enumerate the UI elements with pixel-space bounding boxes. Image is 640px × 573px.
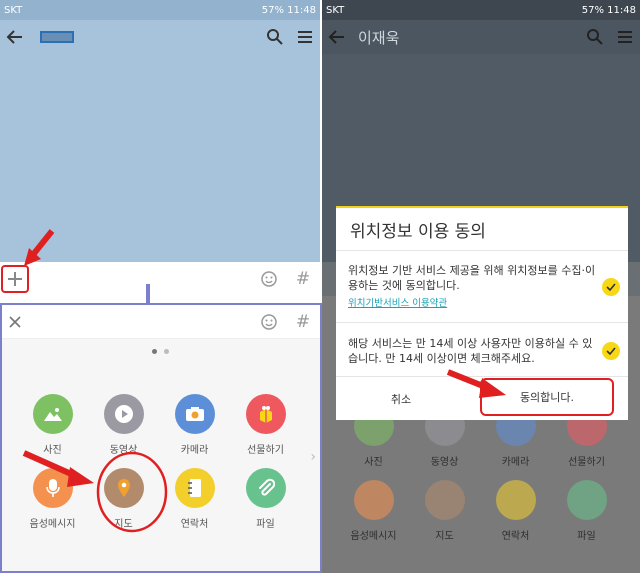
status-carrier: SKT [4, 4, 23, 16]
status-bar: SKT 57% 11:48 [322, 0, 640, 20]
attach-label: 연락처 [180, 519, 209, 530]
status-time: 11:48 [287, 4, 316, 16]
attach-label: 동영상 [430, 457, 459, 468]
back-arrow-icon[interactable] [322, 22, 352, 52]
camera-icon [174, 394, 215, 434]
check-icon[interactable] [602, 341, 620, 360]
age-text: 해당 서비스는 만 14세 이상 사용자만 이용하실 수 있습니다. 만 14세… [348, 336, 593, 365]
contact-book-icon [174, 468, 215, 508]
attach-map: 지도 [409, 480, 480, 542]
attach-file: 파일 [551, 480, 622, 542]
consent-text-block: 위치정보 기반 서비스 제공을 위해 위치정보를 수집·이용하는 것에 동의합니… [348, 263, 596, 311]
battery-level: 57% [581, 4, 604, 16]
red-arrow-annotation [24, 229, 55, 266]
back-arrow-icon[interactable] [0, 22, 30, 52]
menu-icon[interactable] [610, 22, 640, 52]
menu-icon[interactable] [290, 22, 320, 52]
microphone-icon [353, 480, 394, 520]
attach-label: 지도 [435, 531, 454, 542]
drawer-header: # [2, 305, 320, 339]
next-page-icon[interactable]: › [310, 449, 316, 465]
right-screenshot: SKT 57% 11:48 이재욱 사진 동영상 카메라 선물하기 음성메시지 … [322, 0, 640, 573]
consent-row-location[interactable]: 위치정보 기반 서비스 제공을 위해 위치정보를 수집·이용하는 것에 동의합니… [336, 250, 628, 322]
status-bar: SKT 57% 11:48 [0, 0, 320, 20]
map-highlight-annotation [22, 450, 168, 533]
battery-level: 57% [261, 4, 284, 16]
status-carrier: SKT [326, 4, 345, 16]
map-pin-icon [424, 480, 465, 520]
attach-gift[interactable]: 선물하기 [230, 394, 301, 456]
redacted-name [40, 31, 74, 43]
gift-icon [245, 394, 286, 434]
play-icon [103, 394, 144, 434]
page-dot [164, 349, 169, 354]
attach-label: 파일 [577, 531, 596, 542]
hashtag-button[interactable]: # [286, 264, 320, 294]
chat-header [0, 20, 320, 54]
attach-label: 선물하기 [247, 445, 284, 456]
close-icon[interactable] [2, 307, 28, 337]
chat-header: 이재욱 [322, 20, 640, 54]
attachment-grid-dimmed: 사진 동영상 카메라 선물하기 음성메시지 지도 연락처 파일 [338, 406, 623, 542]
paperclip-icon [245, 468, 286, 508]
hashtag-button[interactable]: # [286, 312, 320, 332]
attach-label: 카메라 [180, 445, 209, 456]
attach-label: 파일 [256, 519, 275, 530]
attachment-drawer: # 사진 동영상 카메라 선물하기 음성메시지 지도 연락처 파일 › [0, 303, 322, 573]
dialog-title: 위치정보 이용 동의 [350, 221, 486, 242]
emoji-icon[interactable] [252, 264, 286, 294]
red-arrow-annotation [446, 369, 506, 398]
attach-label: 카메라 [501, 457, 530, 468]
attach-file[interactable]: 파일 [230, 468, 301, 530]
attach-voice: 음성메시지 [338, 480, 409, 542]
status-time: 11:48 [607, 4, 636, 16]
attach-contact: 연락처 [480, 480, 551, 542]
attach-label: 선물하기 [568, 457, 605, 468]
attach-label: 음성메시지 [350, 531, 397, 542]
search-icon[interactable] [260, 22, 290, 52]
attach-label: 사진 [364, 457, 383, 468]
emoji-icon[interactable] [252, 313, 286, 331]
attach-label: 연락처 [501, 531, 530, 542]
paperclip-icon [566, 480, 607, 520]
status-right: 57% 11:48 [582, 5, 636, 16]
page-dot [152, 349, 157, 354]
status-right: 57% 11:48 [262, 5, 316, 16]
check-icon[interactable] [602, 277, 620, 296]
contact-book-icon [495, 480, 536, 520]
search-icon[interactable] [580, 22, 610, 52]
consent-text: 위치정보 기반 서비스 제공을 위해 위치정보를 수집·이용하는 것에 동의합니… [348, 263, 596, 292]
photo-icon [32, 394, 73, 434]
chat-title: 이재욱 [358, 28, 400, 47]
terms-link[interactable]: 위치기반서비스 이용약관 [348, 296, 596, 311]
page-indicator [152, 349, 169, 354]
